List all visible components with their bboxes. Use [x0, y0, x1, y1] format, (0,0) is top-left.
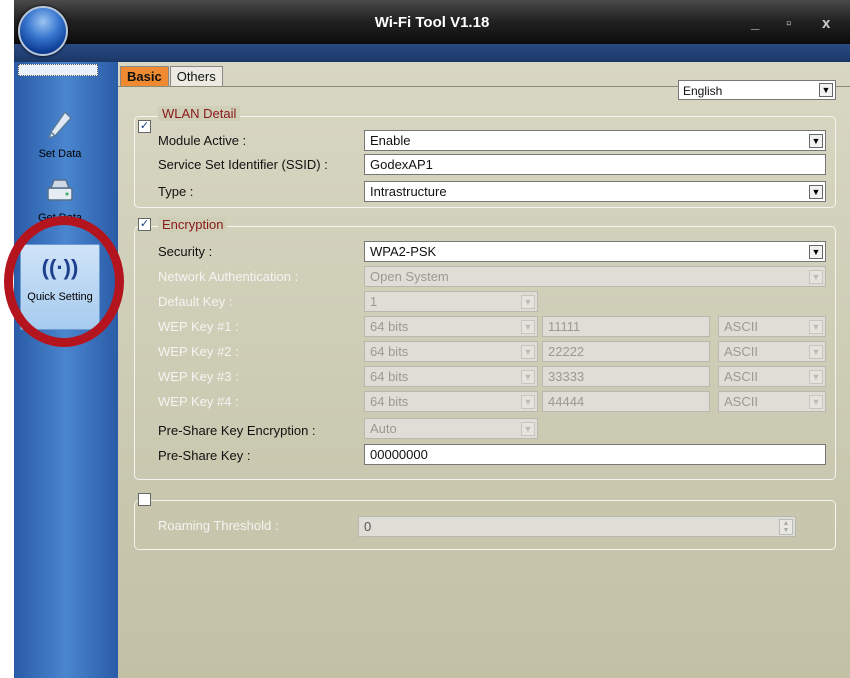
wlan-detail-checkbox[interactable]: ✓ [138, 120, 151, 133]
encryption-legend: Encryption [158, 217, 228, 232]
window-title: Wi-Fi Tool V1.18 [374, 14, 490, 31]
wep-key-4-format-select[interactable]: ASCII ▼ [718, 391, 826, 412]
network-auth-value: Open System [370, 269, 449, 284]
wep-key-2-format: ASCII [724, 344, 758, 359]
network-auth-select[interactable]: Open System ▼ [364, 266, 826, 287]
wep-key-1-label: WEP Key #1 : [158, 319, 239, 334]
wep-key-1-input[interactable]: 11111 [542, 316, 710, 337]
wep-key-2-bits-select[interactable]: 64 bits ▼ [364, 341, 538, 362]
chevron-down-icon[interactable]: ▼ [809, 370, 823, 384]
type-label: Type : [158, 184, 194, 199]
psk-label: Pre-Share Key : [158, 448, 251, 463]
chevron-down-icon[interactable]: ▼ [521, 422, 535, 436]
default-key-select[interactable]: 1 ▼ [364, 291, 538, 312]
ssid-label: Service Set Identifier (SSID) : [158, 157, 328, 172]
wep-key-3-bits: 64 bits [370, 369, 409, 384]
wep-key-4-bits-select[interactable]: 64 bits ▼ [364, 391, 538, 412]
language-select[interactable]: English ▼ [678, 80, 836, 100]
sidebar-top-item[interactable] [18, 64, 98, 76]
roaming-checkbox[interactable] [138, 493, 151, 506]
security-label: Security : [158, 244, 213, 259]
chevron-down-icon[interactable]: ▼ [809, 320, 823, 334]
app-orb-button[interactable] [18, 6, 68, 56]
language-value: English [683, 84, 723, 98]
chevron-down-icon[interactable]: ▼ [819, 83, 833, 97]
psk-input[interactable]: 00000000 [364, 444, 826, 465]
wep-key-1-format: ASCII [724, 319, 758, 334]
chevron-down-icon[interactable]: ▼ [521, 395, 535, 409]
chevron-down-icon[interactable]: ▼ [521, 320, 535, 334]
module-active-select[interactable]: Enable ▼ [364, 130, 826, 151]
sidebar-item-set-data[interactable]: Set Data [20, 110, 100, 160]
pen-icon [20, 110, 100, 148]
module-active-value: Enable [370, 133, 411, 148]
app-window: Wi-Fi Tool V1.18 _ ▫ x Basic Others Engl… [14, 0, 850, 678]
chevron-down-icon[interactable]: ▼ [809, 134, 823, 148]
wep-key-1-format-select[interactable]: ASCII ▼ [718, 316, 826, 337]
sidebar-item-label: Set Data [38, 148, 82, 160]
minimize-button[interactable]: _ [751, 15, 759, 32]
chevron-down-icon[interactable]: ▼ [809, 270, 823, 284]
psk-encryption-label: Pre-Share Key Encryption : [158, 423, 316, 438]
spinner-arrows-icon[interactable]: ▲ ▼ [779, 519, 793, 535]
ssid-value: GodexAP1 [370, 157, 433, 172]
wep-key-3-label: WEP Key #3 : [158, 369, 239, 384]
wep-key-1-bits: 64 bits [370, 319, 409, 334]
close-button[interactable]: x [822, 15, 830, 32]
psk-encryption-select[interactable]: Auto ▼ [364, 418, 538, 439]
wep-key-2-label: WEP Key #2 : [158, 344, 239, 359]
title-bar: Wi-Fi Tool V1.18 _ ▫ x [14, 0, 850, 44]
roaming-threshold-label: Roaming Threshold : [158, 518, 279, 533]
wlan-detail-legend: WLAN Detail [158, 106, 241, 121]
wep-key-3-input[interactable]: 33333 [542, 366, 710, 387]
tab-others[interactable]: Others [169, 66, 223, 86]
security-value: WPA2-PSK [370, 244, 437, 259]
wep-key-4-bits: 64 bits [370, 394, 409, 409]
roaming-threshold-value: 0 [364, 519, 372, 534]
wep-key-3-format-select[interactable]: ASCII ▼ [718, 366, 826, 387]
psk-value: 00000000 [370, 447, 428, 462]
module-active-label: Module Active : [158, 133, 247, 148]
wep-key-1-bits-select[interactable]: 64 bits ▼ [364, 316, 538, 337]
wep-key-2-value: 22222 [548, 344, 585, 359]
tab-basic[interactable]: Basic [120, 66, 169, 86]
chevron-down-icon[interactable]: ▼ [809, 245, 823, 259]
default-key-value: 1 [370, 294, 378, 309]
main-panel: Basic Others English ▼ ✓ WLAN Detail Mod… [118, 62, 850, 678]
default-key-label: Default Key : [158, 294, 233, 309]
type-select[interactable]: Intrastructure ▼ [364, 181, 826, 202]
wep-key-3-bits-select[interactable]: 64 bits ▼ [364, 366, 538, 387]
chevron-down-icon[interactable]: ▼ [521, 295, 535, 309]
sub-bar [14, 44, 850, 62]
type-value: Intrastructure [370, 184, 447, 199]
wep-key-4-format: ASCII [724, 394, 758, 409]
security-select[interactable]: WPA2-PSK ▼ [364, 241, 826, 262]
chevron-down-icon[interactable]: ▼ [521, 370, 535, 384]
highlight-circle [4, 216, 124, 347]
wep-key-2-format-select[interactable]: ASCII ▼ [718, 341, 826, 362]
chevron-down-icon[interactable]: ▼ [521, 345, 535, 359]
drive-icon [20, 176, 100, 212]
wep-key-1-value: 11111 [548, 319, 581, 334]
wep-key-2-bits: 64 bits [370, 344, 409, 359]
ssid-input[interactable]: GodexAP1 [364, 154, 826, 175]
chevron-down-icon[interactable]: ▼ [809, 345, 823, 359]
psk-encryption-value: Auto [370, 421, 397, 436]
chevron-down-icon[interactable]: ▼ [809, 395, 823, 409]
wep-key-4-label: WEP Key #4 : [158, 394, 239, 409]
maximize-button[interactable]: ▫ [786, 15, 791, 32]
chevron-down-icon[interactable]: ▼ [809, 185, 823, 199]
wep-key-4-value: 44444 [548, 394, 585, 409]
encryption-checkbox[interactable]: ✓ [138, 218, 151, 231]
roaming-threshold-input[interactable]: 0 ▲ ▼ [358, 516, 796, 537]
wep-key-4-input[interactable]: 44444 [542, 391, 710, 412]
wep-key-3-format: ASCII [724, 369, 758, 384]
wep-key-2-input[interactable]: 22222 [542, 341, 710, 362]
tab-strip: Basic Others [120, 66, 224, 86]
wep-key-3-value: 33333 [548, 369, 585, 384]
network-auth-label: Network Authentication : [158, 269, 299, 284]
